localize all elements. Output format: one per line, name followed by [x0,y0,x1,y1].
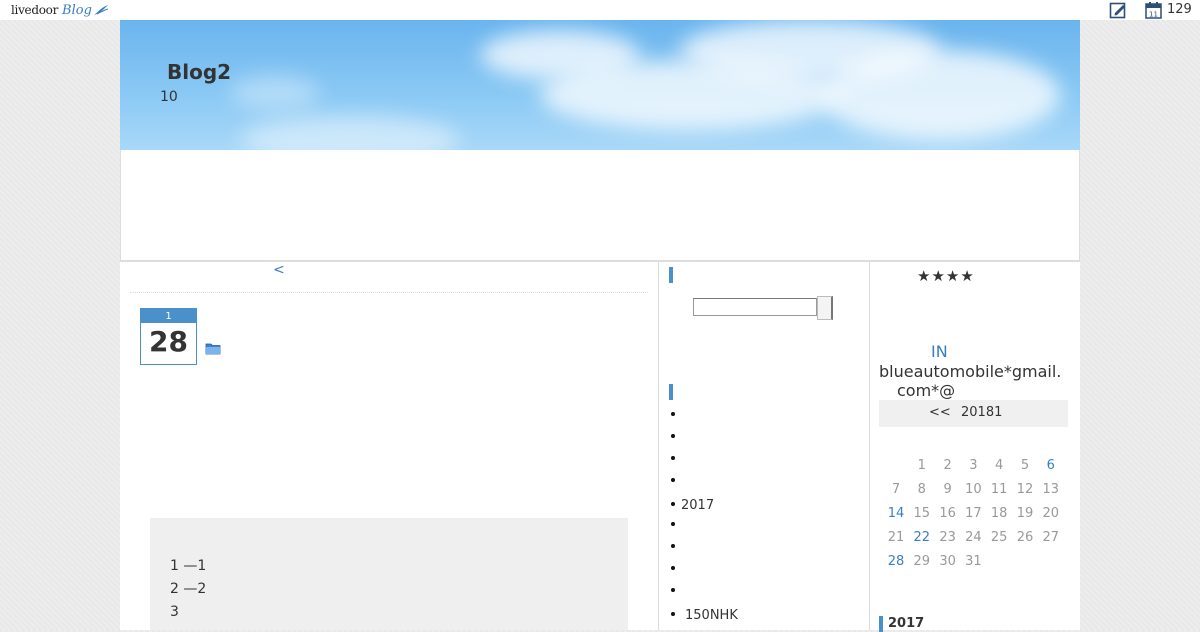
calendar-day: 13 [1042,482,1060,497]
search-input[interactable] [693,298,817,316]
date-month: 1 [141,309,196,323]
calendar-day: 1 [917,458,926,473]
main-column: < 1 28 1 —1 2 —2 3 [120,262,658,630]
calendar-day: 11 [990,482,1008,497]
calendar-day: 30 [939,554,956,569]
list-item[interactable] [671,473,685,491]
bullet [671,611,675,616]
blog-title[interactable]: Blog2 [167,60,231,84]
date-badge: 1 28 [140,308,197,365]
calendar-day-link[interactable]: 28 [883,553,909,571]
calendar-day-link[interactable]: 22 [909,529,935,547]
calendar-day: 4 [995,458,1004,473]
calendar-week: 1 2 3 4 56 [883,457,1065,481]
prev-article-link[interactable]: < [273,262,285,278]
calendar-day-link[interactable]: 14 [883,505,909,523]
table-of-contents: 1 —1 2 —2 3 [150,518,628,630]
calendar-day: 21 [887,530,905,545]
calendar-day: 31 [965,554,982,569]
calendar-title: 20181 [961,405,1003,420]
bullet [671,565,675,570]
edit-pencil-icon[interactable] [1109,1,1127,19]
calendar-day: 9 [943,482,952,497]
calendar-day: 27 [1042,530,1060,545]
calendar-week: 7 8 9 10 11 12 13 [883,481,1065,505]
bullet [671,455,675,460]
bullet [671,587,675,592]
sidebar-middle: 2017 150NHK [658,262,870,630]
calendar-day: 23 [939,530,956,545]
bullet [671,521,675,526]
toc-item[interactable]: 1 —1 [170,558,206,574]
in-link[interactable]: IN [931,342,948,361]
top-count: 129 [1167,2,1192,17]
bullet [671,477,675,482]
bullet [671,411,675,416]
toc-item[interactable]: 3 [170,604,179,620]
list-item[interactable] [671,517,685,535]
bullet [671,501,675,506]
list-item[interactable] [671,583,685,601]
livedoor-blog-logo[interactable]: livedoor Blog [11,0,109,20]
calendar-day: 12 [1016,482,1034,497]
blog-header: Blog2 10 [120,20,1080,150]
calendar-week: 28 29 30 31 [883,553,1065,577]
calendar-prev-link[interactable]: << [929,405,951,420]
blog-description: 10 [160,89,178,105]
list-section-marker [669,384,673,400]
folder-icon[interactable] [205,342,221,355]
archive-heading: 2017 [888,616,925,631]
ad-area [120,150,1080,261]
sidebar-right: ★★★★ IN blueautomobile*gmail. com*@ << 2… [869,262,1080,632]
calendar-day: 19 [1016,506,1034,521]
list-item[interactable]: 150NHK [671,607,738,625]
calendar-day: 16 [939,506,956,521]
bird-icon [93,5,109,15]
search-button[interactable] [817,296,833,320]
calendar-week: 21 22 23 24 25 26 27 [883,529,1065,553]
calendar-day: 15 [913,506,931,521]
list-item[interactable] [671,407,685,425]
bullet [671,433,675,438]
page-wrapper: Blog2 10 < 1 28 1 —1 2 —2 3 2017 150NHK … [120,20,1080,632]
contact-email-line1: blueautomobile*gmail. [879,362,1062,381]
calendar-day: 29 [913,554,931,569]
calendar-header: << 20181 [879,400,1068,427]
calendar-grid: 1 2 3 4 5 6 7 8 9 10 11 12 13 14 15 16 17 18 19 20 21 22 23 24 2… [883,457,1065,577]
date-day: 28 [149,325,188,358]
list-item[interactable] [671,561,685,579]
list-item[interactable] [671,429,685,447]
toc-item[interactable]: 2 —2 [170,581,206,597]
contact-email-line2: com*@ [897,381,956,400]
logo-blog-text: Blog [62,2,92,18]
calendar-day: 26 [1016,530,1034,545]
list-item[interactable]: 2017 [671,497,714,515]
top-bar: livedoor Blog 11 129 [0,0,1200,20]
list-item[interactable] [671,451,685,469]
calendar-day-link[interactable]: 6 [1038,457,1064,475]
main-divider [130,292,648,293]
bullet [671,543,675,548]
calendar-week: 14 15 16 17 18 19 20 [883,505,1065,529]
calendar-day: 20 [1042,506,1060,521]
list-item[interactable] [671,539,685,557]
calendar-day: 3 [969,458,978,473]
logo-text: livedoor [11,3,59,17]
calendar-day: 7 [891,482,901,497]
calendar-day: 25 [990,530,1008,545]
calendar-day: 17 [965,506,982,521]
search-section-marker [669,267,673,283]
rating-stars: ★★★★ [917,267,975,285]
calendar-icon-number: 11 [1149,11,1158,19]
calendar-day: 10 [965,482,982,497]
calendar-day: 24 [965,530,982,545]
calendar-day: 18 [990,506,1008,521]
calendar-icon[interactable]: 11 [1145,1,1162,19]
calendar-day: 2 [943,458,952,473]
calendar-day: 8 [917,482,926,497]
calendar-day: 5 [1020,458,1030,473]
